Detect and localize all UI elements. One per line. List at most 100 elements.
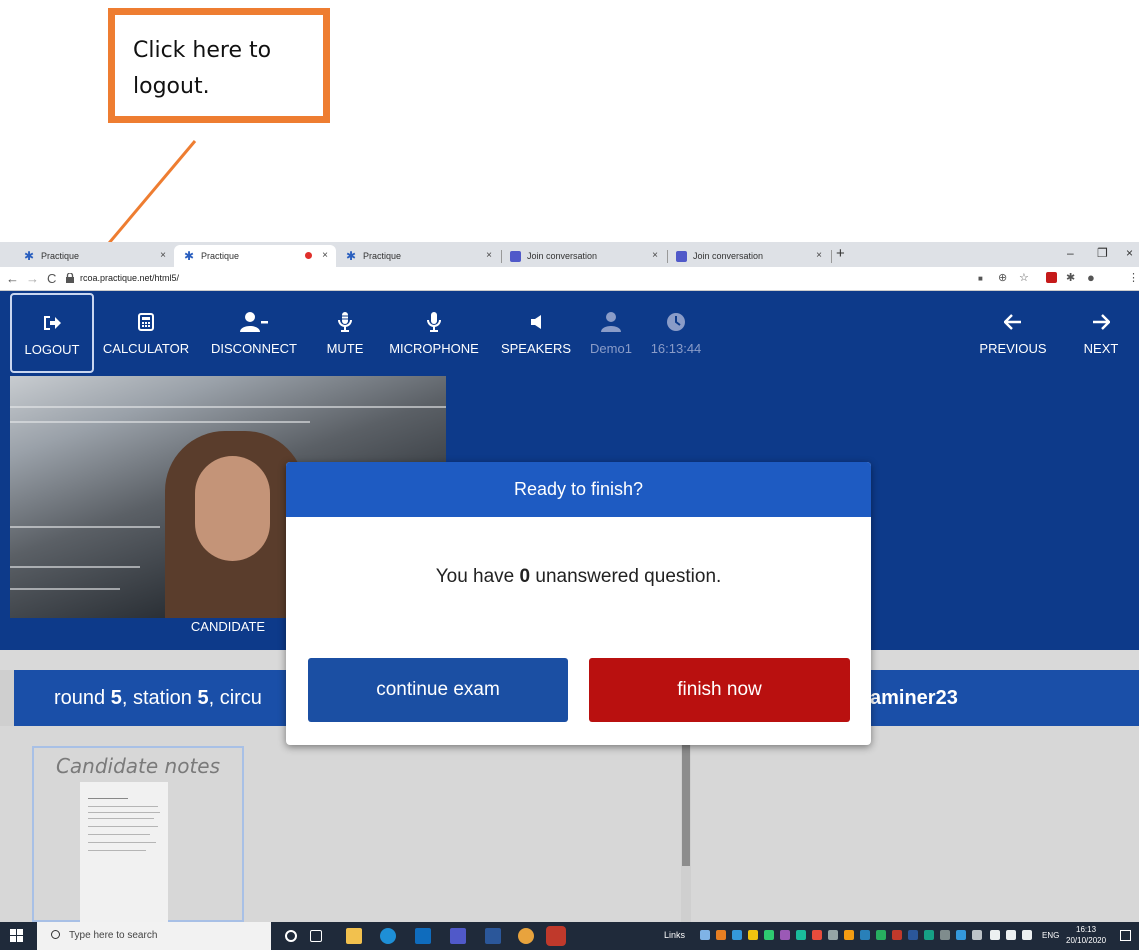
app-icon[interactable] [546,926,566,946]
next-button[interactable]: NEXT [1076,291,1126,373]
browser-tab-1[interactable]: ✱ Practique × [14,245,174,267]
close-icon[interactable]: × [652,250,658,261]
disconnect-button[interactable]: DISCONNECT [206,291,302,373]
tray-icon[interactable] [972,930,982,940]
tray-icon[interactable] [716,930,726,940]
scrollbar-thumb[interactable] [682,726,690,866]
links-toolbar[interactable]: Links [664,930,685,940]
close-icon[interactable]: × [486,250,492,261]
tray-icon[interactable] [748,930,758,940]
recording-icon [305,252,312,259]
mute-button[interactable]: MUTE [318,291,372,373]
notes-text-line [88,834,150,835]
teams-taskbar-icon[interactable] [450,928,466,944]
tray-icon[interactable] [732,930,742,940]
calculator-button[interactable]: CALCULATOR [100,291,192,373]
speaker-icon [530,309,542,335]
close-icon[interactable]: × [160,250,166,261]
station-info: round 5, station 5, circu [30,670,262,726]
bluetooth-icon[interactable] [956,930,966,940]
notes-thumbnail[interactable] [80,782,168,922]
speakers-button[interactable]: SPEAKERS [498,291,574,373]
network-icon[interactable] [1006,930,1016,940]
tray-icon[interactable] [796,930,806,940]
finish-now-button[interactable]: finish now [589,658,850,722]
system-clock[interactable]: 16:13 20/10/2020 [1066,924,1106,946]
star-icon[interactable]: ☆ [1019,271,1029,284]
edge-icon[interactable] [380,928,396,944]
candidate-notes-panel[interactable]: Candidate notes [32,746,244,922]
outlook-icon[interactable] [415,928,431,944]
language-indicator[interactable]: ENG [1042,931,1059,940]
tray-icon[interactable] [860,930,870,940]
tray-icon[interactable] [812,930,822,940]
file-explorer-icon[interactable] [346,928,362,944]
pdf-extension-icon[interactable] [1046,272,1057,283]
search-placeholder: Type here to search [69,930,158,941]
next-label: NEXT [1083,340,1119,356]
close-icon[interactable]: × [816,250,822,261]
notes-text-line [88,806,158,807]
tab-label: Practique [41,251,80,261]
video-light-stripe [10,421,310,423]
finish-dialog: Ready to finish? You have 0 unanswered q… [286,462,871,745]
close-icon[interactable]: × [322,250,328,261]
logout-button[interactable]: LOGOUT [10,293,94,373]
continue-exam-button[interactable]: continue exam [308,658,568,722]
microphone-icon [427,309,441,335]
examiner-name: aminer23 [870,687,958,709]
windows-start-icon[interactable] [10,929,24,943]
camera-icon[interactable]: ■ [978,274,983,283]
microphone-button[interactable]: MICROPHONE [384,291,484,373]
battery-icon[interactable] [990,930,1000,940]
zoom-icon[interactable]: ⊕ [998,271,1007,284]
tray-icon[interactable] [780,930,790,940]
browser-tab-5[interactable]: Join conversation × [666,245,832,267]
menu-icon[interactable]: ⋮ [1128,271,1139,284]
tray-icon[interactable] [700,930,710,940]
notes-text-line [88,850,146,851]
back-button[interactable]: ← [6,271,19,286]
callout-text: Click here to logout. [133,38,272,99]
panel-scrollbar[interactable] [681,726,691,922]
tray-icon[interactable] [940,930,950,940]
user-label: Demo1 [590,340,632,356]
tray-icon[interactable] [764,930,774,940]
tray-icon[interactable] [828,930,838,940]
previous-button[interactable]: PREVIOUS [976,291,1050,373]
lock-icon [66,273,74,283]
volume-icon[interactable] [1022,930,1032,940]
notification-icon[interactable] [1120,930,1131,941]
browser-tab-4[interactable]: Join conversation × [500,245,668,267]
profile-icon[interactable]: ● [1087,270,1095,285]
window-close-button[interactable]: × [1126,246,1133,260]
word-icon[interactable] [485,928,501,944]
browser-tab-3[interactable]: ✱ Practique × [336,245,502,267]
forward-button[interactable]: → [26,271,39,286]
tray-icon[interactable] [876,930,886,940]
tray-icon[interactable] [908,930,918,940]
task-view-icon[interactable] [310,930,322,942]
restore-button[interactable]: ❐ [1097,246,1108,260]
notes-text-line [88,818,154,819]
dialog-message: You have 0 unanswered question. [286,566,871,588]
browser-tab-2[interactable]: ✱ Practique × [174,245,336,267]
tray-icon[interactable] [924,930,934,940]
extensions-icon[interactable]: ✱ [1066,271,1075,284]
notes-text-line [88,798,128,799]
round-number: 5 [110,687,122,709]
notes-text-line [88,842,156,843]
new-tab-button[interactable]: + [836,245,845,262]
minimize-button[interactable]: – [1067,246,1074,260]
chrome-icon[interactable] [518,928,534,944]
tray-icon[interactable] [892,930,902,940]
url-field[interactable]: rcoa.practique.net/html5/ [80,273,179,283]
tray-icon[interactable] [844,930,854,940]
station-bar-edge [0,670,14,726]
taskbar-search-input[interactable]: Type here to search [37,922,271,950]
mute-microphone-icon [338,309,352,335]
speakers-label: SPEAKERS [500,340,572,356]
reload-button[interactable]: C [47,271,56,286]
message-prefix: You have [435,566,520,587]
cortana-icon[interactable] [285,930,297,942]
